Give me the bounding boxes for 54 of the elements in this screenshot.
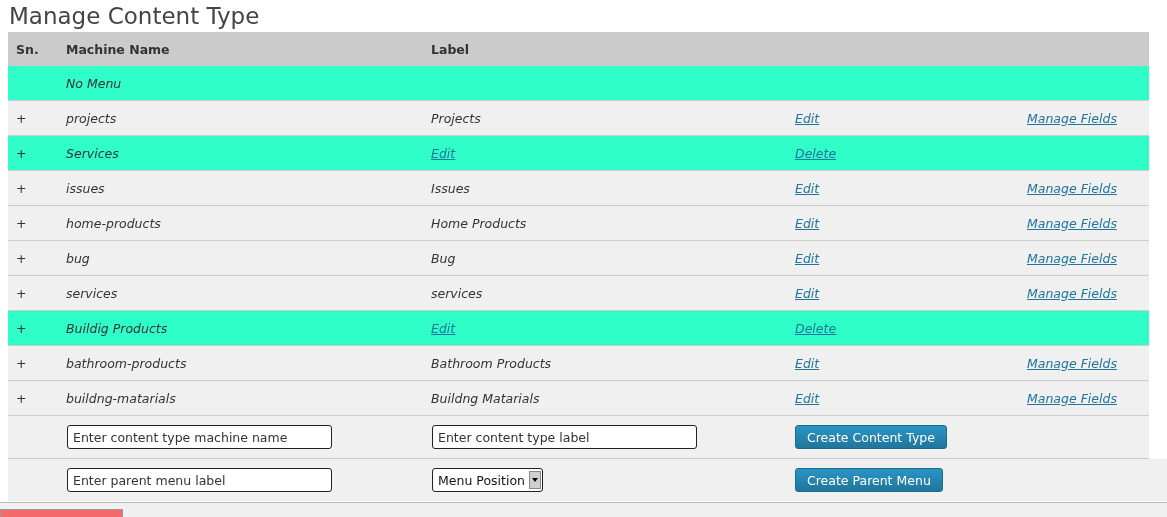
edit-link[interactable]: Edit <box>787 355 820 371</box>
expand-toggle[interactable]: + <box>8 355 27 371</box>
edit-link[interactable]: Edit <box>787 180 820 196</box>
machine-name: services <box>65 285 118 301</box>
page-title: Manage Content Type <box>8 2 261 31</box>
expand-toggle[interactable]: + <box>8 145 27 161</box>
expand-toggle[interactable]: + <box>8 250 27 266</box>
manage-fields-link[interactable]: Manage Fields <box>1019 110 1117 126</box>
delete-link[interactable]: Delete <box>787 320 837 336</box>
column-header: Sn. <box>15 41 39 57</box>
manage-fields-link[interactable]: Manage Fields <box>1019 285 1117 301</box>
menu-name: Buildig Products <box>65 320 168 336</box>
parent-menu-label-field[interactable]: Enter parent menu label <box>67 468 332 492</box>
label-text: services <box>430 285 483 301</box>
create-parent-menu-button[interactable]: Create Parent Menu <box>795 468 943 492</box>
label-text: Issues <box>430 180 470 196</box>
machine-name: issues <box>65 180 105 196</box>
label-text: Projects <box>430 110 481 126</box>
manage-fields-link[interactable]: Manage Fields <box>1019 355 1117 371</box>
machine-name: projects <box>65 110 117 126</box>
column-header: Label <box>430 41 470 57</box>
edit-link[interactable]: Edit <box>787 110 820 126</box>
menu-name: Services <box>65 145 119 161</box>
menu-name: No Menu <box>65 75 122 91</box>
edit-link[interactable]: Edit <box>787 215 820 231</box>
expand-toggle[interactable]: + <box>8 390 27 406</box>
label-text: Buildng Matarials <box>430 390 540 406</box>
edit-link[interactable]: Edit <box>787 390 820 406</box>
expand-toggle[interactable]: + <box>8 180 27 196</box>
edit-link[interactable]: Edit <box>787 285 820 301</box>
machine-name: buildng-matarials <box>65 390 176 406</box>
column-header: Machine Name <box>65 41 170 57</box>
expand-toggle[interactable]: + <box>8 320 27 336</box>
menu-position-select[interactable]: Menu Position <box>432 468 543 492</box>
label-text: Home Products <box>430 215 527 231</box>
manage-fields-link[interactable]: Manage Fields <box>1019 215 1117 231</box>
edit-link[interactable]: Edit <box>423 145 456 161</box>
manage-fields-link[interactable]: Manage Fields <box>1019 180 1117 196</box>
label-text: Bathroom Products <box>430 355 552 371</box>
machine-name: bug <box>65 250 90 266</box>
label-text: Bug <box>430 250 456 266</box>
expand-toggle[interactable]: + <box>8 285 27 301</box>
manage-fields-link[interactable]: Manage Fields <box>1019 250 1117 266</box>
machine-name: home-products <box>65 215 161 231</box>
machine-name-field[interactable]: Enter content type machine name <box>67 425 332 449</box>
edit-link[interactable]: Edit <box>787 250 820 266</box>
create-content-type-button[interactable]: Create Content Type <box>795 425 947 449</box>
edit-link[interactable]: Edit <box>423 320 456 336</box>
expand-toggle[interactable]: + <box>8 110 27 126</box>
machine-name: bathroom-products <box>65 355 187 371</box>
label-field[interactable]: Enter content type label <box>432 425 697 449</box>
delete-link[interactable]: Delete <box>787 145 837 161</box>
expand-toggle[interactable]: + <box>8 215 27 231</box>
manage-fields-link[interactable]: Manage Fields <box>1019 390 1117 406</box>
